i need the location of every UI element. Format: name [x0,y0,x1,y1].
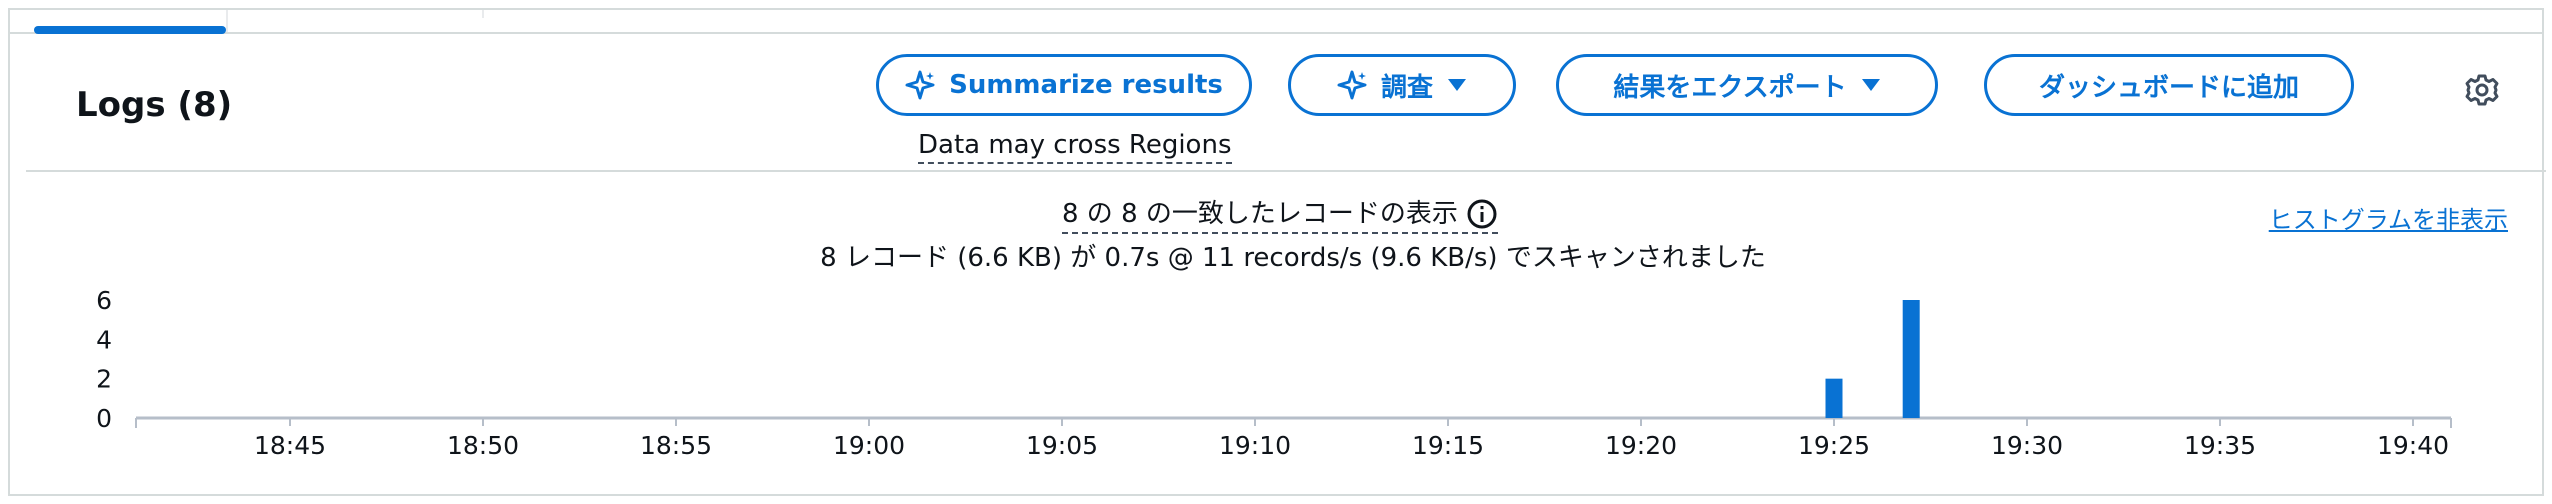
gear-icon [2465,74,2499,106]
x-tick-label: 19:20 [1605,431,1677,460]
x-tick-label: 19:30 [1991,431,2063,460]
caret-down-icon [1448,79,1466,91]
tab-divider [482,10,484,18]
histogram-bar [1902,300,1920,418]
x-tick-label: 18:55 [640,431,712,460]
summarize-results-button[interactable]: Summarize results [876,54,1252,116]
active-tab-indicator[interactable] [34,26,226,34]
x-tick-label: 19:35 [2184,431,2256,460]
x-tick-label: 19:00 [833,431,905,460]
x-tick-label: 19:10 [1219,431,1291,460]
panel-header: Logs (8) Summarize results 調査 結果をエクスポート … [26,36,2546,172]
export-results-button[interactable]: 結果をエクスポート [1556,54,1938,116]
tab-strip [10,10,2542,34]
tab-divider [226,10,228,32]
histogram-bar [1825,378,1843,418]
x-tick-label: 19:25 [1798,431,1870,460]
caret-down-icon [1861,79,1880,91]
y-tick-label: 6 [96,286,112,315]
y-tick-label: 4 [96,325,112,354]
y-tick-label: 2 [96,365,112,394]
investigate-button[interactable]: 調査 [1288,54,1516,116]
y-tick-label: 0 [96,404,112,433]
settings-gear-button[interactable] [2460,68,2504,112]
investigate-label: 調査 [1380,72,1433,103]
sparkle-icon [1337,70,1367,100]
x-tick-label: 18:45 [254,431,326,460]
x-tick-label: 19:40 [2377,431,2449,460]
sparkle-icon [905,70,935,100]
x-tick-label: 18:50 [447,431,519,460]
x-tick-label: 19:15 [1412,431,1484,460]
logs-panel: Logs (8) Summarize results 調査 結果をエクスポート … [8,8,2546,496]
x-tick-label: 19:05 [1026,431,1098,460]
cross-region-note[interactable]: Data may cross Regions [918,128,1232,164]
histogram-section: 8 の 8 の一致したレコードの表示 8 レコード (6.6 KB) が 0.7… [26,172,2546,494]
histogram-chart: 0 2 4 6 18:45 18:50 18:55 19:00 19:05 19:10 19:15 1… [96,286,2452,460]
summarize-results-label: Summarize results [949,70,1223,100]
add-to-dashboard-button[interactable]: ダッシュボードに追加 [1984,54,2354,116]
export-results-label: 結果をエクスポート [1613,72,1847,103]
page-title: Logs (8) [76,85,233,125]
add-to-dashboard-label: ダッシュボードに追加 [2038,72,2299,103]
